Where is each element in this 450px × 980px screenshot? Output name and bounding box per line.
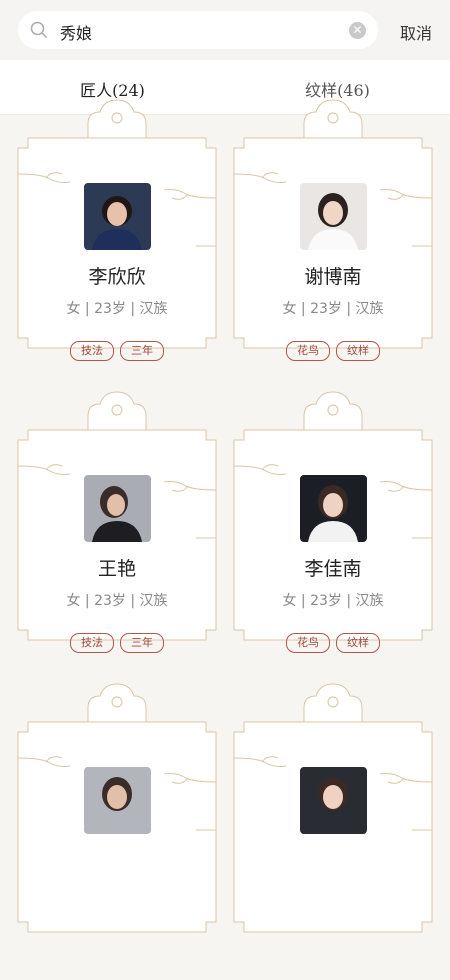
avatar	[300, 183, 367, 250]
cancel-button[interactable]: 取消	[400, 20, 432, 44]
tag-list: 花鸟 纹样	[234, 631, 432, 653]
tag[interactable]: 三年	[120, 633, 164, 653]
artisan-meta: 女 | 23岁 | 汉族	[66, 301, 168, 317]
tag[interactable]: 纹样	[336, 341, 380, 361]
avatar	[300, 475, 367, 542]
search-bar: 秀娘 ✕ 取消	[0, 0, 450, 60]
artisan-card[interactable]: 谢博南 女 | 23岁 | 汉族 花鸟 纹样	[233, 99, 433, 396]
tag[interactable]: 三年	[120, 341, 164, 361]
search-query: 秀娘	[60, 24, 93, 43]
artisan-card[interactable]: 李欣欣 女 | 23岁 | 汉族 技法 三年	[17, 99, 217, 396]
tag[interactable]: 花鸟	[286, 341, 330, 361]
artisan-meta: 女 | 23岁 | 汉族	[282, 593, 384, 609]
artisan-name: 王艳	[97, 558, 136, 580]
search-icon	[30, 21, 48, 39]
artisan-name: 谢博南	[304, 266, 362, 288]
avatar	[84, 475, 151, 542]
artisan-name: 李佳南	[304, 558, 362, 580]
artisan-meta: 女 | 23岁 | 汉族	[282, 301, 384, 317]
clear-icon[interactable]: ✕	[349, 22, 366, 39]
tag-list: 花鸟 纹样	[234, 339, 432, 361]
tag-list: 技法 三年	[18, 339, 216, 361]
tag[interactable]: 技法	[70, 341, 114, 361]
tag[interactable]: 花鸟	[286, 633, 330, 653]
avatar	[84, 183, 151, 250]
avatar	[84, 767, 151, 834]
tag[interactable]: 技法	[70, 633, 114, 653]
artisan-card[interactable]: 王艳 女 | 23岁 | 汉族 技法 三年	[17, 391, 217, 688]
artisan-name: 李欣欣	[88, 266, 146, 288]
search-input[interactable]: 秀娘 ✕	[18, 11, 378, 49]
tag[interactable]: 纹样	[336, 633, 380, 653]
artisan-card[interactable]	[233, 683, 433, 980]
avatar	[300, 767, 367, 834]
artisan-meta: 女 | 23岁 | 汉族	[66, 593, 168, 609]
artisan-card[interactable]: 李佳南 女 | 23岁 | 汉族 花鸟 纹样	[233, 391, 433, 688]
artisan-card[interactable]	[17, 683, 217, 980]
tag-list: 技法 三年	[18, 631, 216, 653]
